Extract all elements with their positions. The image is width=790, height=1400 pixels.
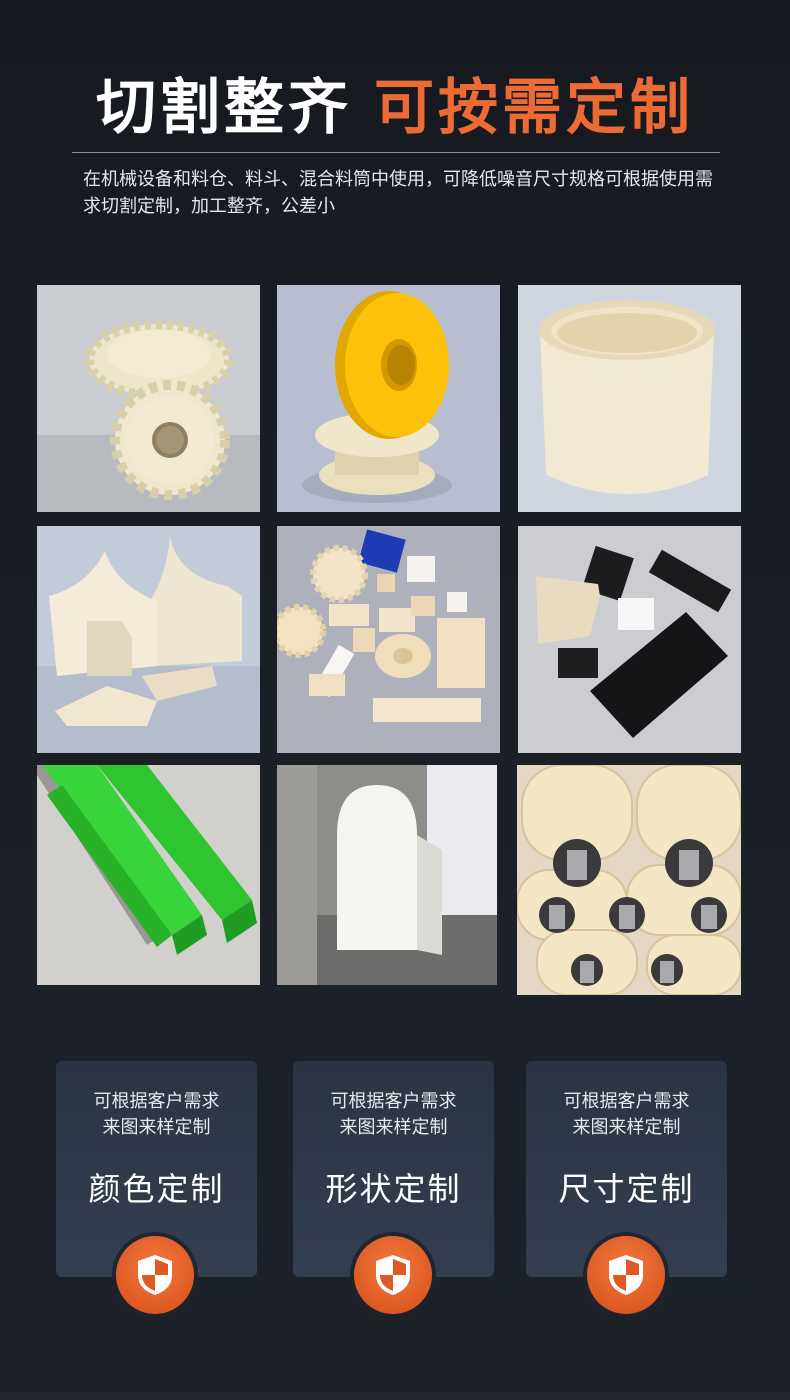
feature-subtitle-line1: 可根据客户需求 xyxy=(330,1091,457,1112)
title-white: 切割整齐 xyxy=(96,73,352,143)
nylon-helical-gears-photo xyxy=(37,285,260,512)
title-orange: 可按需定制 xyxy=(374,73,694,143)
feature-subtitle-line1: 可根据客户需求 xyxy=(93,1091,220,1112)
feature-title: 尺寸定制 xyxy=(558,1170,695,1208)
curved-nylon-plates-photo xyxy=(37,526,260,753)
feature-title: 颜色定制 xyxy=(88,1170,225,1208)
green-guide-rails-photo xyxy=(37,765,260,985)
feature-subtitle-line2: 来图来样定制 xyxy=(572,1117,681,1138)
feature-subtitle-line2: 来图来样定制 xyxy=(339,1117,448,1138)
description-text: 在机械设备和料仓、料斗、混合料筒中使用，可降低噪音尺寸规格可根据使用需求切割定制… xyxy=(83,169,713,217)
white-arch-block-photo xyxy=(277,765,497,985)
page-title: 切割整齐 可按需定制 xyxy=(0,70,790,146)
feature-subtitle-line2: 来图来样定制 xyxy=(102,1117,211,1138)
shield-icon xyxy=(354,1236,432,1314)
nylon-rollers-photo xyxy=(517,765,741,995)
black-and-white-blocks-photo xyxy=(518,526,741,753)
nylon-sleeve-cylinder-photo xyxy=(518,285,741,512)
feature-title: 形状定制 xyxy=(325,1170,462,1208)
shield-icon xyxy=(587,1236,665,1314)
assorted-machined-parts-photo xyxy=(277,526,500,753)
shield-icon xyxy=(116,1236,194,1314)
yellow-white-pulley-photo xyxy=(277,285,500,512)
feature-subtitle-line1: 可根据客户需求 xyxy=(563,1091,690,1112)
title-divider xyxy=(72,152,720,153)
bottom-divider xyxy=(0,1392,790,1400)
